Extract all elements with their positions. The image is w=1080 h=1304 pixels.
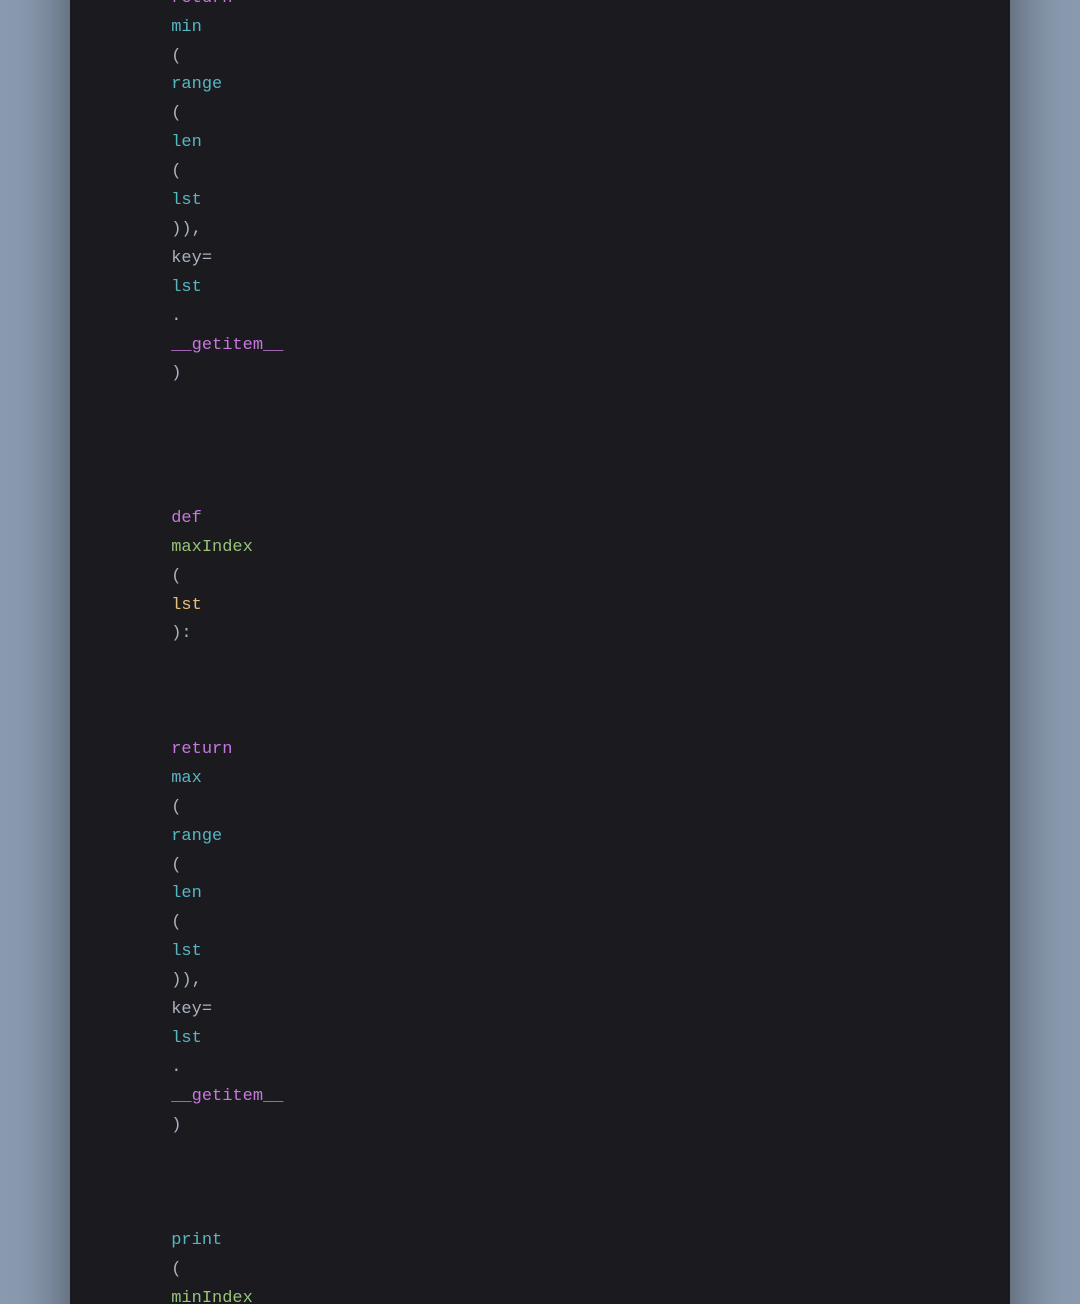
min-call-open: ( [171,47,181,66]
max-paren-open: ( [171,567,181,586]
min-key: key= [171,249,212,268]
code-window: """ Find Index of Min/Max Element. """ l… [70,0,1010,1304]
range-call-min: range [171,75,222,94]
max-builtin: max [171,769,202,788]
max-call-close: ) [171,1116,181,1135]
print-min-open: ( [171,1260,181,1279]
return-max-line: return max ( range ( len ( lst )), key= … [110,678,970,1169]
max-call-open: ( [171,798,181,817]
min-lst-ref: lst [171,278,202,297]
max-param: lst [171,596,202,615]
max-len-param: lst [171,942,202,961]
code-area: """ Find Index of Min/Max Element. """ l… [70,0,1010,1304]
max-paren-close: ): [171,624,191,643]
min-len-param: lst [171,191,202,210]
print-min-builtin: print [171,1231,222,1250]
max-lst-ref: lst [171,1029,202,1048]
min-dunder: __getitem__ [171,336,283,355]
max-range-open: ( [171,856,181,875]
max-len-open: ( [171,913,181,932]
max-len-close: )), [171,971,212,990]
def-keyword-max: def [171,509,212,528]
blank-line-5 [110,447,970,476]
min-len-open: ( [171,162,181,181]
return-min-line: return min ( range ( len ( lst )), key= … [110,0,970,418]
min-range-open: ( [171,104,181,123]
def-max-line: def maxIndex ( lst ): [110,476,970,678]
return-keyword-max: return [171,740,242,759]
print-min-line: print ( minIndex ( lst )) [110,1198,970,1304]
min-len-close: )), [171,220,212,239]
max-dunder: __getitem__ [171,1087,283,1106]
len-call-min: len [171,133,202,152]
return-keyword-min: return [171,0,242,8]
blank-line-4 [110,418,970,447]
max-dot: . [171,1058,181,1077]
return-indent-max [171,711,212,730]
print-min-funcref: minIndex [171,1289,253,1304]
len-call-max: len [171,884,202,903]
max-funcname: maxIndex [171,538,253,557]
min-dot: . [171,307,181,326]
range-call-max: range [171,827,222,846]
blank-line-6 [110,1169,970,1198]
min-call-close: ) [171,364,181,383]
min-builtin: min [171,18,202,37]
max-key: key= [171,1000,212,1019]
